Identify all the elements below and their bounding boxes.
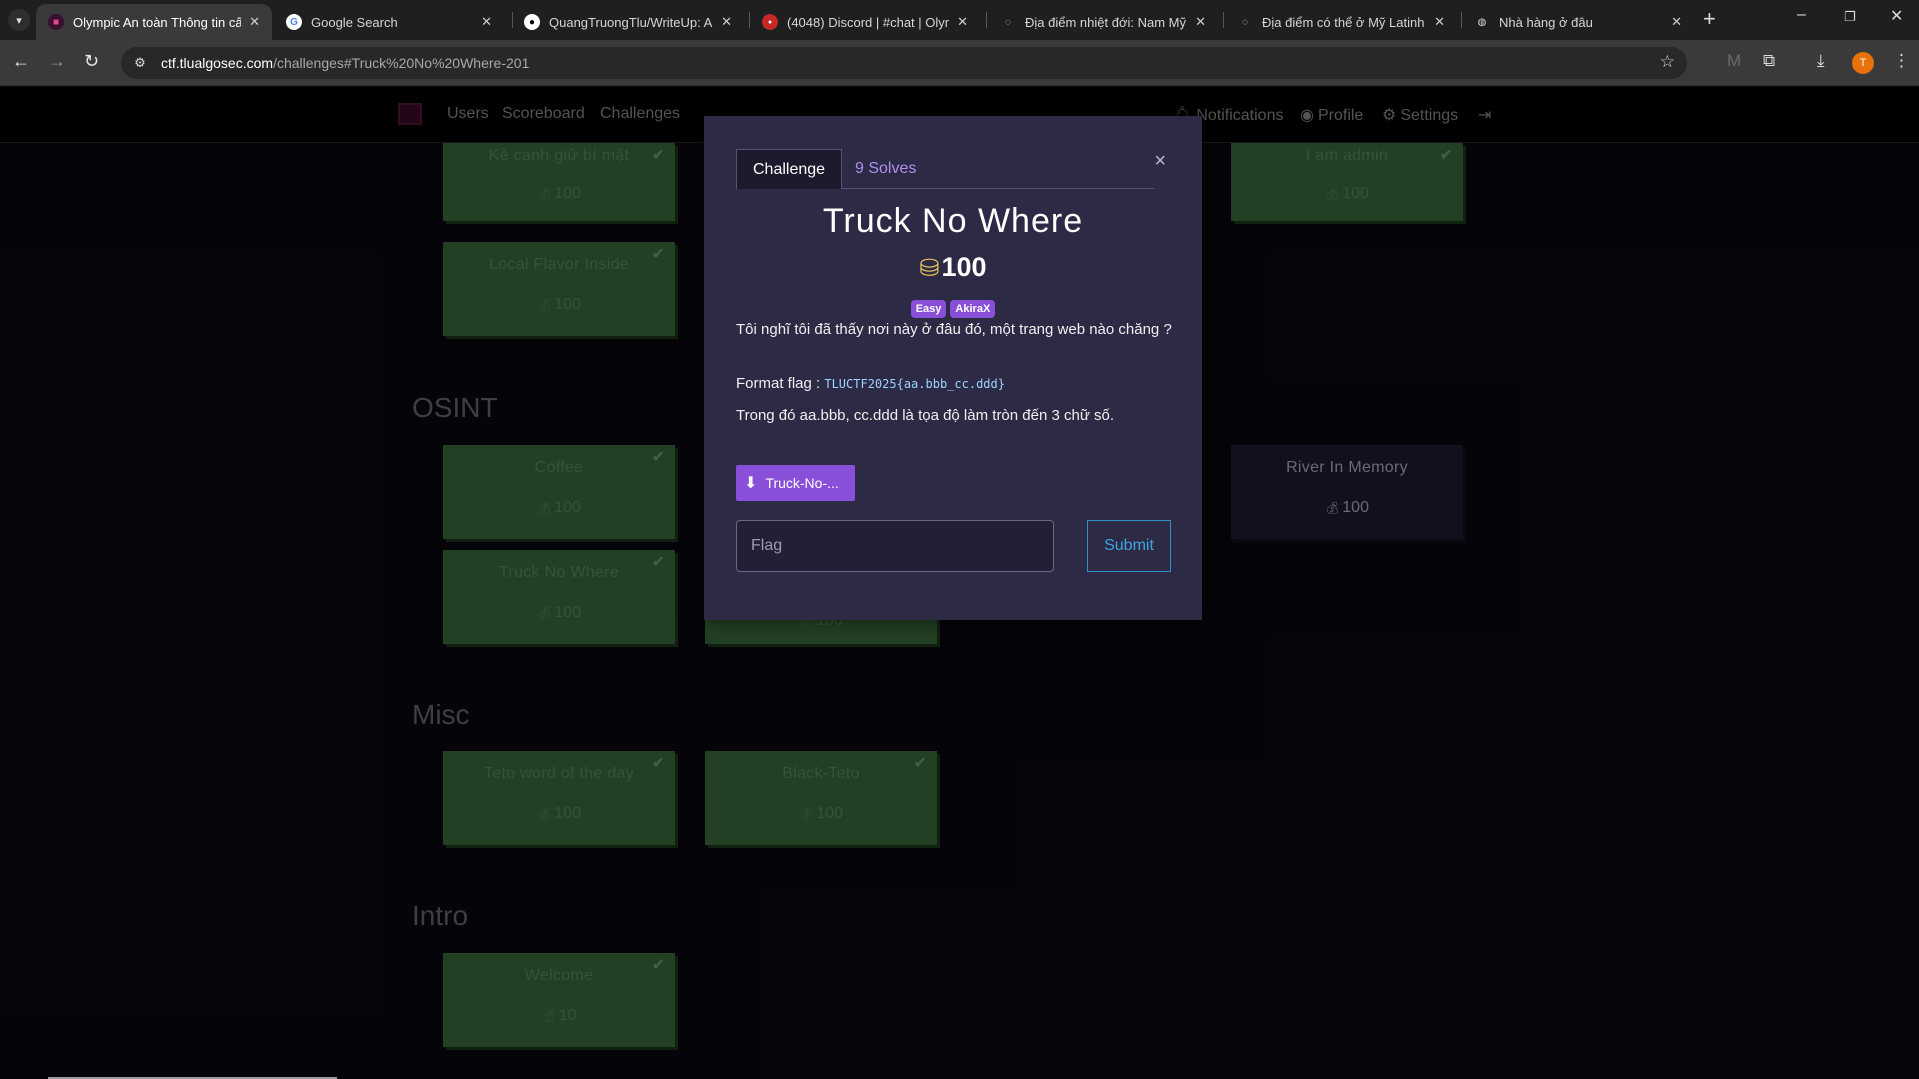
link-favicon-icon: ◌ [1242,16,1248,28]
challenge-title: Truck No Where [822,202,1084,240]
browser-tab-4[interactable]: ● (4048) Discord | #chat | Olympi ✕ [750,4,980,40]
tab-title: (4048) Discord | #chat | Olympi [787,14,950,30]
url-path: /challenges#Truck%20No%20Where-201 [273,55,530,71]
discord-favicon-icon: ● [762,14,778,30]
close-tab-icon[interactable]: ✕ [721,14,732,30]
browser-tab-6[interactable]: ◌ Địa điểm có thể ở Mỹ Latinh - C ✕ [1225,4,1457,40]
close-tab-icon[interactable]: ✕ [957,14,968,30]
flag-input[interactable] [736,520,1054,572]
close-tab-icon[interactable]: ✕ [1671,14,1682,30]
globe-favicon-icon: ◍ [1477,16,1487,28]
extension-m-icon[interactable]: M [1727,51,1741,71]
download-icon: ⬇ [744,475,758,492]
close-icon[interactable]: × [1154,150,1166,173]
tab-title: Nhà hàng ở đâu [1499,14,1593,30]
reload-icon[interactable]: ↻ [84,51,99,72]
site-info-icon[interactable]: ⚙ [129,52,151,74]
back-icon[interactable]: ← [12,51,30,72]
profile-avatar[interactable]: T [1852,52,1874,74]
download-file-button[interactable]: ⬇ Truck-No-... [736,465,855,501]
challenge-modal: × Challenge 9 Solves Truck No Where ⛁100… [704,116,1202,620]
bookmark-star-icon[interactable]: ☆ [1660,52,1675,72]
page-content: Users Scoreboard Challenges 🔔︎Notificati… [0,87,1919,1079]
browser-tab-2[interactable]: G Google Search ✕ [274,4,504,40]
restore-icon[interactable]: ❐ [1844,9,1856,25]
tab-title: Google Search [311,14,398,30]
url-text[interactable]: ctf.tlualgosec.com/challenges#Truck%20No… [161,55,529,71]
challenge-value-number: 100 [941,252,987,282]
google-favicon-icon: G [286,14,302,30]
coordinates-note: Trong đó aa.bbb, cc.ddd là tọa độ làm tr… [736,407,1115,424]
flag-format: Format flag : TLUCTF2025{aa.bbb_cc.ddd} [736,372,1172,396]
modal-tabs: Challenge 9 Solves [736,149,1154,189]
tab-divider [1223,12,1224,28]
extensions-puzzle-icon[interactable]: ⧉ [1763,51,1775,71]
tag-badge: Easy [910,300,947,318]
file-label: Truck-No-... [765,475,839,491]
challenge-description: Tôi nghĩ tôi đã thấy nơi này ở đâu đó, m… [736,321,1172,338]
new-tab-icon[interactable]: + [1703,6,1716,32]
flag-format-code: TLUCTF2025{aa.bbb_cc.ddd} [824,377,1005,391]
tab-title: Olympic An toàn Thông tin cấp [73,14,242,30]
tab-divider [986,12,987,28]
window-close-icon[interactable]: ✕ [1890,6,1903,26]
close-tab-icon[interactable]: ✕ [249,14,260,30]
close-tab-icon[interactable]: ✕ [1434,14,1445,30]
coins-icon: ⛁ [919,255,940,282]
tab-search-icon[interactable]: ▾ [8,9,30,31]
link-favicon-icon: ◌ [1005,16,1011,28]
browser-tab-5[interactable]: ◌ Địa điểm nhiệt đới: Nam Mỹ, Tr ✕ [988,4,1218,40]
tab-challenge[interactable]: Challenge [736,149,843,189]
browser-tab-1[interactable]: ■ Olympic An toàn Thông tin cấp ✕ [36,4,272,40]
close-tab-icon[interactable]: ✕ [481,14,492,30]
flag-format-label: Format flag : [736,375,825,392]
challenge-tags: Easy AkiraX [704,300,1202,318]
tab-title: Địa điểm có thể ở Mỹ Latinh - C [1262,14,1426,30]
browser-tab-strip: ▾ ■ Olympic An toàn Thông tin cấp ✕ G Go… [0,0,1919,40]
tab-title: Địa điểm nhiệt đới: Nam Mỹ, Tr [1025,14,1188,30]
chrome-menu-icon[interactable]: ⋮ [1893,51,1910,71]
url-host: ctf.tlualgosec.com [161,55,274,71]
github-favicon-icon: ● [524,14,540,30]
submit-button[interactable]: Submit [1087,520,1171,572]
tag-badge: AkiraX [950,300,996,318]
address-bar[interactable]: ⚙ ctf.tlualgosec.com/challenges#Truck%20… [121,47,1687,79]
tab-title: QuangTruongTlu/WriteUp: A pl [549,14,714,30]
minimize-icon[interactable]: – [1797,6,1806,24]
forward-icon[interactable]: → [48,51,66,72]
tab-solves[interactable]: 9 Solves [839,149,932,189]
olympic-favicon-icon: ■ [48,14,64,30]
browser-tab-3[interactable]: ● QuangTruongTlu/WriteUp: A pl ✕ [512,4,744,40]
close-tab-icon[interactable]: ✕ [1195,14,1206,30]
challenge-value: ⛁100 [704,252,1202,283]
browser-tab-7[interactable]: ◍ Nhà hàng ở đâu ✕ [1462,4,1694,40]
browser-toolbar: ← → ↻ ⚙ ctf.tlualgosec.com/challenges#Tr… [0,40,1919,86]
download-icon[interactable]: ⤓ [1817,51,1825,71]
